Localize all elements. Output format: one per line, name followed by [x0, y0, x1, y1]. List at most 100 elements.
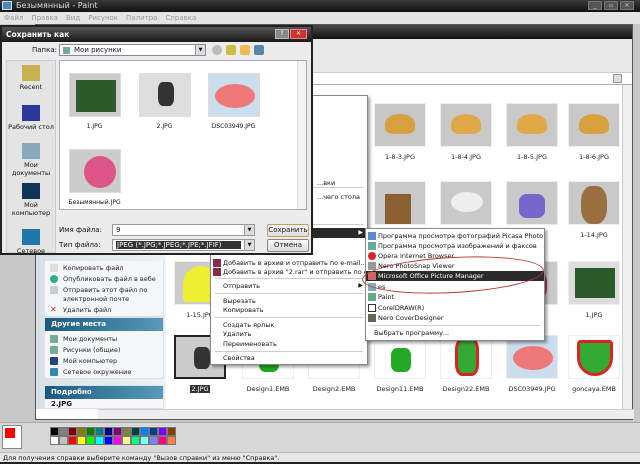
task-publish-web[interactable]: Опубликовать файл в вебе: [45, 274, 163, 285]
color-swatch[interactable]: [77, 427, 86, 436]
up-folder-icon[interactable]: [226, 45, 236, 55]
vertical-scrollbar[interactable]: [622, 85, 632, 409]
current-colors[interactable]: [2, 425, 22, 449]
color-swatch[interactable]: [113, 427, 122, 436]
view-menu-icon[interactable]: [254, 45, 264, 55]
file-item[interactable]: 1.JPG: [67, 73, 122, 130]
color-swatch[interactable]: [50, 436, 59, 445]
color-swatch[interactable]: [77, 436, 86, 445]
color-swatch[interactable]: [59, 427, 68, 436]
color-swatch[interactable]: [158, 436, 167, 445]
place-my-computer[interactable]: Мой компьютер: [45, 356, 163, 367]
color-swatch[interactable]: [158, 427, 167, 436]
close-button[interactable]: ✕: [290, 29, 307, 39]
place-my-computer[interactable]: Мой компьютер: [7, 183, 55, 217]
minimize-button[interactable]: _: [588, 1, 602, 10]
place-recent[interactable]: Recent: [7, 65, 55, 91]
thumbnail[interactable]: Design11.EMB: [372, 335, 428, 393]
place-network[interactable]: Сетевое окружение: [45, 367, 163, 378]
menu-item-properties[interactable]: Свойства: [211, 353, 367, 363]
color-swatch[interactable]: [140, 427, 149, 436]
file-item[interactable]: DSC03949.JPG: [206, 73, 261, 130]
menu-palette[interactable]: Палитра: [126, 14, 157, 22]
color-swatch[interactable]: [95, 427, 104, 436]
color-swatch[interactable]: [104, 427, 113, 436]
thumbnail[interactable]: Design22.EMB: [438, 335, 494, 393]
thumbnail[interactable]: 1-8-3.JPG: [372, 103, 428, 161]
file-list-scrollbar[interactable]: [297, 61, 306, 209]
choose-program[interactable]: Выбрать программу...: [366, 328, 544, 338]
menu-item-delete[interactable]: Удалить: [211, 329, 367, 339]
color-swatch[interactable]: [86, 436, 95, 445]
color-swatch[interactable]: [59, 436, 68, 445]
new-folder-icon[interactable]: [240, 45, 250, 55]
color-swatch[interactable]: [68, 427, 77, 436]
task-copy-file[interactable]: Копировать файл: [45, 263, 163, 274]
place-my-documents[interactable]: Мои документы: [45, 334, 163, 345]
color-swatch[interactable]: [86, 427, 95, 436]
place-desktop[interactable]: Рабочий стол: [7, 105, 55, 131]
color-swatch[interactable]: [68, 436, 77, 445]
color-swatch[interactable]: [122, 427, 131, 436]
open-with-image-fax-viewer[interactable]: Программа просмотра изображений и факсов: [366, 241, 544, 251]
color-swatch[interactable]: [50, 427, 59, 436]
menu-item-send-to[interactable]: Отправить ▶: [211, 281, 367, 291]
details-filename: 2.JPG: [51, 400, 73, 408]
close-button[interactable]: ✕: [620, 1, 634, 10]
menu-item-copy[interactable]: Копировать: [211, 305, 367, 315]
maximize-button[interactable]: ▫: [604, 1, 618, 10]
menu-view[interactable]: Вид: [66, 14, 80, 22]
thumbnail[interactable]: 1-8-5.JPG: [504, 103, 560, 161]
folder-select[interactable]: Мои рисунки ▼: [59, 44, 206, 56]
task-email-file[interactable]: Отправить этот файл по электронной почте: [45, 285, 163, 305]
back-icon[interactable]: [212, 45, 222, 55]
menu-image[interactable]: Рисунок: [88, 14, 118, 22]
color-swatch[interactable]: [149, 427, 158, 436]
thumbnail[interactable]: DSC03949.JPG: [504, 335, 560, 393]
open-with-nero-coverdesigner[interactable]: Nero CoverDesigner: [366, 313, 544, 323]
place-network[interactable]: Сетевое: [7, 229, 55, 255]
open-with-picasa[interactable]: Программа просмотра фотографий Picasa Ph…: [366, 231, 544, 241]
color-swatch[interactable]: [167, 436, 176, 445]
cancel-button[interactable]: Отмена: [267, 239, 309, 252]
menu-file[interactable]: Файл: [4, 14, 23, 22]
task-delete-file[interactable]: ✕ Удалить файл: [45, 305, 163, 316]
help-button[interactable]: ?: [275, 29, 289, 39]
section-header[interactable]: Другие места: [45, 318, 163, 331]
menu-help[interactable]: Справка: [165, 14, 196, 22]
paint-icon: [368, 293, 376, 301]
file-item[interactable]: 2.JPG: [137, 73, 192, 130]
filename-input[interactable]: 9 ▼: [112, 224, 255, 236]
color-swatch[interactable]: [149, 436, 158, 445]
thumbnail[interactable]: 1-8-4.JPG: [438, 103, 494, 161]
color-swatch[interactable]: [95, 436, 104, 445]
place-my-documents[interactable]: Мои документы: [7, 143, 55, 177]
thumbnail[interactable]: goncaya.EMB: [566, 335, 622, 393]
thumbnail[interactable]: 1.JPG: [566, 261, 622, 319]
thumbnail[interactable]: 1-14.JPG: [566, 181, 622, 239]
dialog-title: Сохранить как: [2, 27, 311, 42]
chevron-down-icon[interactable]: [613, 74, 622, 83]
color-swatch[interactable]: [140, 436, 149, 445]
section-header[interactable]: Подробно: [45, 386, 163, 399]
color-swatch[interactable]: [131, 436, 140, 445]
color-swatch[interactable]: [167, 427, 176, 436]
recent-icon: [22, 65, 40, 81]
filetype-select[interactable]: JPEG (*.JPG;*.JPEG;*.JPE;*.JFIF) ▼: [112, 239, 255, 251]
menu-item-archive-rar-email[interactable]: Добавить в архив "2.rar" и отправить по …: [211, 267, 367, 277]
color-swatch[interactable]: [122, 436, 131, 445]
color-swatch[interactable]: [104, 436, 113, 445]
open-with-paint[interactable]: Paint: [366, 292, 544, 302]
thumbnail[interactable]: [438, 181, 494, 225]
open-with-coreldraw[interactable]: CorelDRAW(R): [366, 303, 544, 313]
save-button[interactable]: Сохранить: [267, 224, 309, 237]
menu-edit[interactable]: Правка: [31, 14, 58, 22]
thumbnail[interactable]: [372, 181, 428, 225]
horizontal-scrollbar[interactable]: [98, 409, 634, 419]
color-swatch[interactable]: [131, 427, 140, 436]
thumbnail[interactable]: 1-8-6.JPG: [566, 103, 622, 161]
place-shared-pictures[interactable]: Рисунки (общие): [45, 345, 163, 356]
menu-item-rename[interactable]: Переименовать: [211, 339, 367, 349]
color-swatch[interactable]: [113, 436, 122, 445]
file-item[interactable]: Безымянный.JPG: [67, 149, 122, 206]
